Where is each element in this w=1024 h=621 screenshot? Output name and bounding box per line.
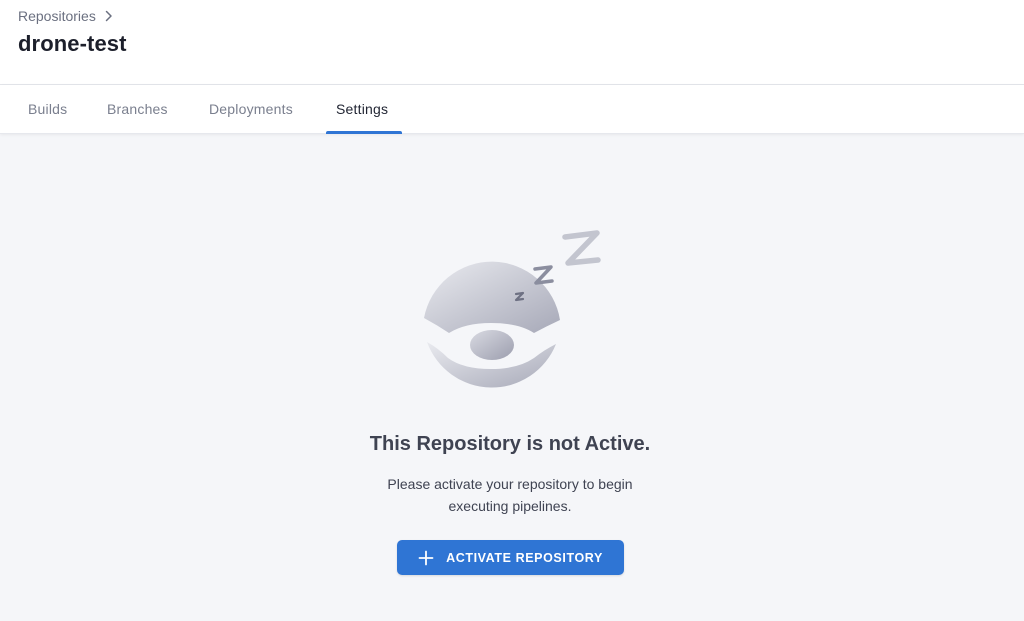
activate-repository-label: ACTIVATE REPOSITORY bbox=[446, 550, 603, 565]
chevron-right-icon bbox=[105, 10, 115, 22]
plus-icon bbox=[418, 550, 434, 566]
breadcrumb-repositories-link[interactable]: Repositories bbox=[18, 8, 96, 24]
page-header: Repositories drone-test bbox=[0, 0, 1024, 85]
tab-deployments[interactable]: Deployments bbox=[209, 85, 293, 134]
tab-builds[interactable]: Builds bbox=[28, 85, 67, 134]
active-tab-indicator bbox=[326, 131, 402, 134]
tab-branches[interactable]: Branches bbox=[107, 85, 168, 134]
tab-bar: Builds Branches Deployments Settings bbox=[0, 85, 1024, 134]
activate-repository-button[interactable]: ACTIVATE REPOSITORY bbox=[397, 540, 624, 575]
empty-state-description: Please activate your repository to begin… bbox=[387, 476, 633, 514]
sleeping-drone-icon bbox=[415, 228, 605, 393]
page-title: drone-test bbox=[18, 31, 127, 56]
empty-state-title: This Repository is not Active. bbox=[369, 433, 651, 455]
tab-settings[interactable]: Settings bbox=[336, 85, 388, 134]
breadcrumb: Repositories bbox=[18, 7, 115, 25]
